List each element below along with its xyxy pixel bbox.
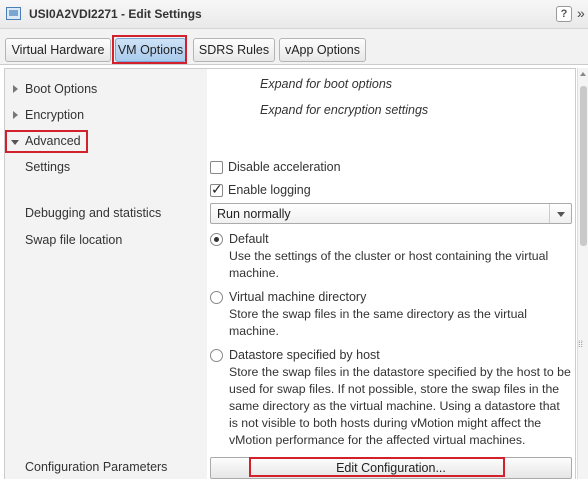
swap-default-desc: Use the settings of the cluster or host … (229, 248, 548, 282)
enable-logging-checkbox[interactable]: ✓ (210, 181, 223, 197)
tab-vapp-options[interactable]: vApp Options (279, 38, 366, 62)
desc-line: used for swap files. If not possible, st… (229, 382, 560, 396)
label-column (5, 69, 207, 479)
swap-vm-directory-label[interactable]: Virtual machine directory (229, 290, 366, 304)
debugging-select[interactable]: Run normally (210, 203, 572, 224)
encryption-label[interactable]: Encryption (25, 108, 84, 122)
title-bar: USI0A2VDI2271 - Edit Settings ? » (0, 0, 588, 29)
boot-options-hint: Expand for boot options (260, 77, 393, 91)
tab-bar: Virtual Hardware VM Options SDRS Rules v… (0, 29, 588, 65)
expand-boot-icon[interactable] (13, 85, 18, 93)
debugging-label: Debugging and statistics (25, 206, 162, 220)
swap-default-label[interactable]: Default (229, 232, 269, 246)
window-title: USI0A2VDI2271 - Edit Settings (29, 7, 202, 21)
desc-line: same directory as the virtual machine. U… (229, 399, 560, 413)
scroll-thumb[interactable] (580, 86, 587, 246)
swap-datastore-label[interactable]: Datastore specified by host (229, 348, 380, 362)
more-icon[interactable]: » (577, 5, 585, 21)
scrollbar[interactable] (577, 68, 588, 479)
desc-line: machine. (229, 324, 279, 338)
debugging-select-value: Run normally (217, 207, 291, 221)
chevron-down-icon[interactable] (549, 204, 571, 223)
tab-vm-options[interactable]: VM Options (115, 38, 186, 62)
expand-encryption-icon[interactable] (13, 111, 18, 119)
desc-line: Use the settings of the cluster or host … (229, 249, 549, 263)
disable-acceleration-label[interactable]: Disable acceleration (228, 160, 341, 174)
collapse-advanced-icon[interactable] (11, 140, 19, 145)
desc-line: vMotion performance for the affected vir… (229, 433, 526, 447)
checkmark-icon: ✓ (211, 181, 223, 197)
desc-line: Store the swap files in the same directo… (229, 307, 527, 321)
tab-virtual-hardware[interactable]: Virtual Hardware (5, 38, 111, 62)
swap-vm-directory-desc: Store the swap files in the same directo… (229, 306, 527, 340)
swap-file-location-label: Swap file location (25, 233, 123, 247)
encryption-hint: Expand for encryption settings (260, 103, 429, 117)
swap-vm-directory-radio[interactable] (210, 291, 223, 304)
disable-acceleration-checkbox[interactable] (210, 161, 223, 174)
swap-default-radio[interactable] (210, 233, 223, 246)
desc-line: machine. (229, 266, 279, 280)
settings-label: Settings (25, 160, 71, 174)
vm-icon (6, 7, 21, 20)
boot-options-label[interactable]: Boot Options (25, 82, 97, 96)
config-parameters-label: Configuration Parameters (25, 460, 168, 474)
advanced-label[interactable]: Advanced (25, 134, 81, 148)
swap-datastore-desc: Store the swap files in the datastore sp… (229, 364, 571, 449)
enable-logging-label[interactable]: Enable logging (228, 183, 311, 197)
desc-line: Store the swap files in the datastore sp… (229, 365, 571, 379)
settings-panel: Boot Options Expand for boot options Enc… (4, 68, 576, 479)
help-icon[interactable]: ? (556, 6, 572, 22)
tab-sdrs-rules[interactable]: SDRS Rules (193, 38, 275, 62)
radio-selected-dot (214, 237, 219, 242)
swap-datastore-radio[interactable] (210, 349, 223, 362)
edit-configuration-button[interactable]: Edit Configuration... (210, 457, 572, 479)
scroll-up-icon[interactable] (580, 72, 586, 76)
resize-grip-icon[interactable]: ⁞⁞ (578, 340, 583, 349)
desc-line: is not visible to both hosts during vMot… (229, 416, 542, 430)
